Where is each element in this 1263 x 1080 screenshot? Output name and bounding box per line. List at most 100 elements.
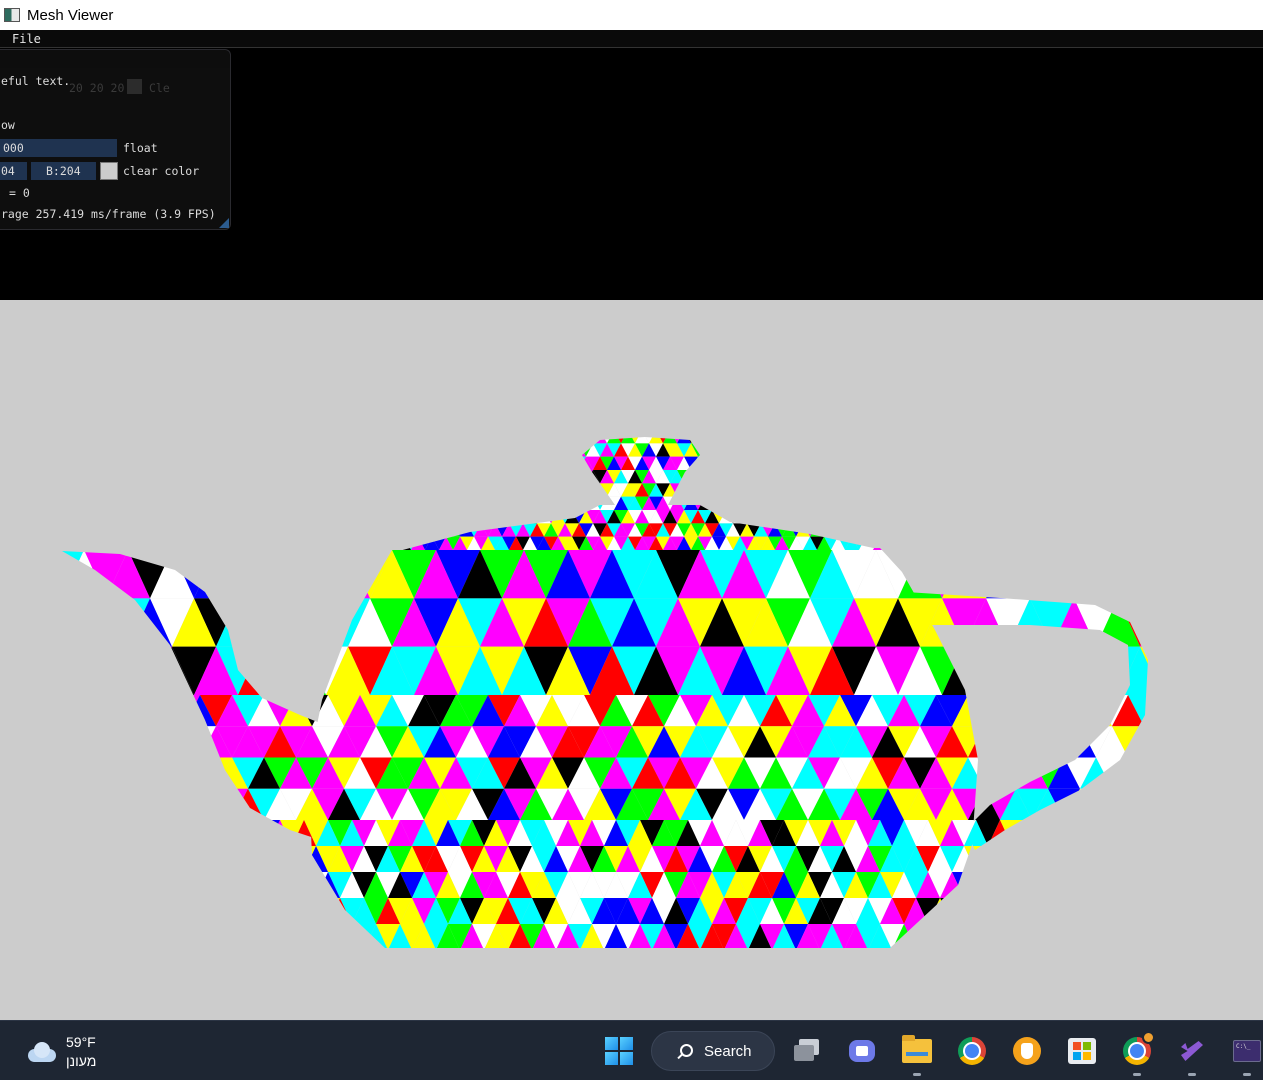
mesh-triangle xyxy=(180,437,194,444)
vpn-icon[interactable] xyxy=(1011,1035,1043,1067)
mesh-triangle xyxy=(327,536,341,550)
imgui-title-strip[interactable] xyxy=(0,50,230,68)
mesh-triangle xyxy=(1120,898,1144,924)
imgui-debug-window[interactable]: eful text. 20 20 20 Cle ow 000 float 04 … xyxy=(0,49,231,230)
mesh-triangle xyxy=(184,872,208,898)
mesh-triangle xyxy=(236,470,250,484)
mesh-triangle xyxy=(1048,924,1072,948)
mesh-triangle xyxy=(313,536,327,550)
mesh-triangle xyxy=(411,536,425,550)
mesh-triangle xyxy=(418,437,432,444)
mesh-triangle xyxy=(1055,483,1069,497)
mesh-triangle xyxy=(222,456,236,470)
mesh-triangle xyxy=(120,695,152,727)
mesh-triangle xyxy=(376,470,390,484)
mesh-triangle xyxy=(796,523,810,537)
mesh-triangle xyxy=(936,483,950,497)
mesh-triangle xyxy=(1013,496,1027,510)
mesh-triangle xyxy=(341,483,355,497)
mesh-triangle xyxy=(705,470,719,484)
mesh-triangle xyxy=(201,536,215,550)
terminal-icon[interactable] xyxy=(1231,1035,1263,1076)
mesh-triangle xyxy=(439,443,453,457)
mesh-triangle xyxy=(964,523,978,537)
mesh-triangle xyxy=(215,523,229,537)
mesh-triangle xyxy=(984,726,1016,758)
mesh-triangle xyxy=(544,456,558,470)
mesh-triangle xyxy=(1048,536,1062,550)
menu-file[interactable]: File xyxy=(12,32,41,46)
mesh-triangle xyxy=(232,872,256,898)
mesh-triangle xyxy=(684,496,698,510)
mesh-triangle xyxy=(40,510,54,523)
demo-window-checkbox-label[interactable]: ow xyxy=(1,118,15,132)
mesh-triangle xyxy=(1096,898,1120,924)
mesh-triangle xyxy=(244,820,268,846)
mesh-triangle xyxy=(1118,437,1132,444)
mesh-triangle xyxy=(586,496,600,510)
mesh-triangle xyxy=(516,510,530,524)
mesh-triangle xyxy=(1041,437,1055,444)
mesh-triangle xyxy=(1144,788,1148,820)
mesh-triangle xyxy=(908,443,922,457)
mesh-triangle xyxy=(740,437,754,444)
mesh-triangle xyxy=(1020,510,1034,524)
store-icon[interactable] xyxy=(1066,1035,1098,1067)
mesh-triangle xyxy=(362,483,376,497)
mesh-triangle xyxy=(306,536,320,550)
mesh-triangle xyxy=(894,523,908,537)
mesh-triangle xyxy=(327,470,341,484)
mesh-triangle xyxy=(271,483,285,497)
mesh-triangle xyxy=(747,470,761,484)
mesh-triangle xyxy=(740,510,754,524)
mesh-triangle xyxy=(82,483,96,497)
file-explorer-icon[interactable] xyxy=(901,1035,933,1076)
search-button[interactable]: Search xyxy=(651,1031,775,1071)
mesh-triangle xyxy=(75,470,89,484)
start-icon[interactable] xyxy=(603,1035,635,1067)
mesh-triangle xyxy=(1048,510,1062,524)
mesh-triangle xyxy=(40,483,54,496)
mesh-triangle xyxy=(474,510,488,524)
mesh-triangle xyxy=(579,437,593,444)
visual-studio-icon[interactable] xyxy=(1176,1035,1208,1076)
mesh-triangle xyxy=(439,496,453,510)
mesh-triangle xyxy=(1020,536,1034,550)
viewport[interactable] xyxy=(0,300,1263,1020)
weather-widget[interactable]: 59°F מעונן xyxy=(24,1033,96,1071)
mesh-triangle xyxy=(82,510,96,524)
mesh-triangle xyxy=(1048,726,1080,758)
mesh-triangle xyxy=(523,483,537,497)
mesh-triangle xyxy=(789,437,803,444)
mesh-triangle xyxy=(894,456,908,470)
mesh-triangle xyxy=(1160,510,1174,523)
chrome-icon[interactable] xyxy=(956,1035,988,1067)
mesh-triangle xyxy=(250,510,264,524)
chat-icon[interactable] xyxy=(846,1035,878,1067)
mesh-triangle xyxy=(244,898,268,924)
mesh-triangle xyxy=(916,924,940,948)
mesh-triangle xyxy=(446,510,460,524)
task-view-icon[interactable] xyxy=(791,1035,823,1067)
mesh-triangle xyxy=(362,437,376,444)
mesh-triangle xyxy=(376,456,390,470)
mesh-triangle xyxy=(817,437,831,444)
mesh-triangle xyxy=(47,497,61,510)
chrome-profile-icon[interactable] xyxy=(1121,1031,1155,1076)
mesh-triangle xyxy=(76,872,100,898)
mesh-triangle xyxy=(467,456,481,470)
mesh-triangle xyxy=(271,470,285,484)
mesh-triangle xyxy=(1034,437,1048,444)
clear-color-swatch[interactable] xyxy=(100,162,118,180)
mesh-triangle xyxy=(537,456,551,470)
mesh-triangle xyxy=(229,536,243,550)
mesh-triangle xyxy=(439,456,453,470)
mesh-triangle xyxy=(992,443,1006,457)
mesh-triangle xyxy=(243,443,257,457)
mesh-triangle xyxy=(1153,430,1167,443)
mesh-triangle xyxy=(404,510,418,524)
mesh-triangle xyxy=(1027,523,1041,537)
mesh-triangle xyxy=(76,898,100,924)
mesh-triangle xyxy=(1125,483,1139,497)
resize-grip[interactable] xyxy=(219,218,229,228)
